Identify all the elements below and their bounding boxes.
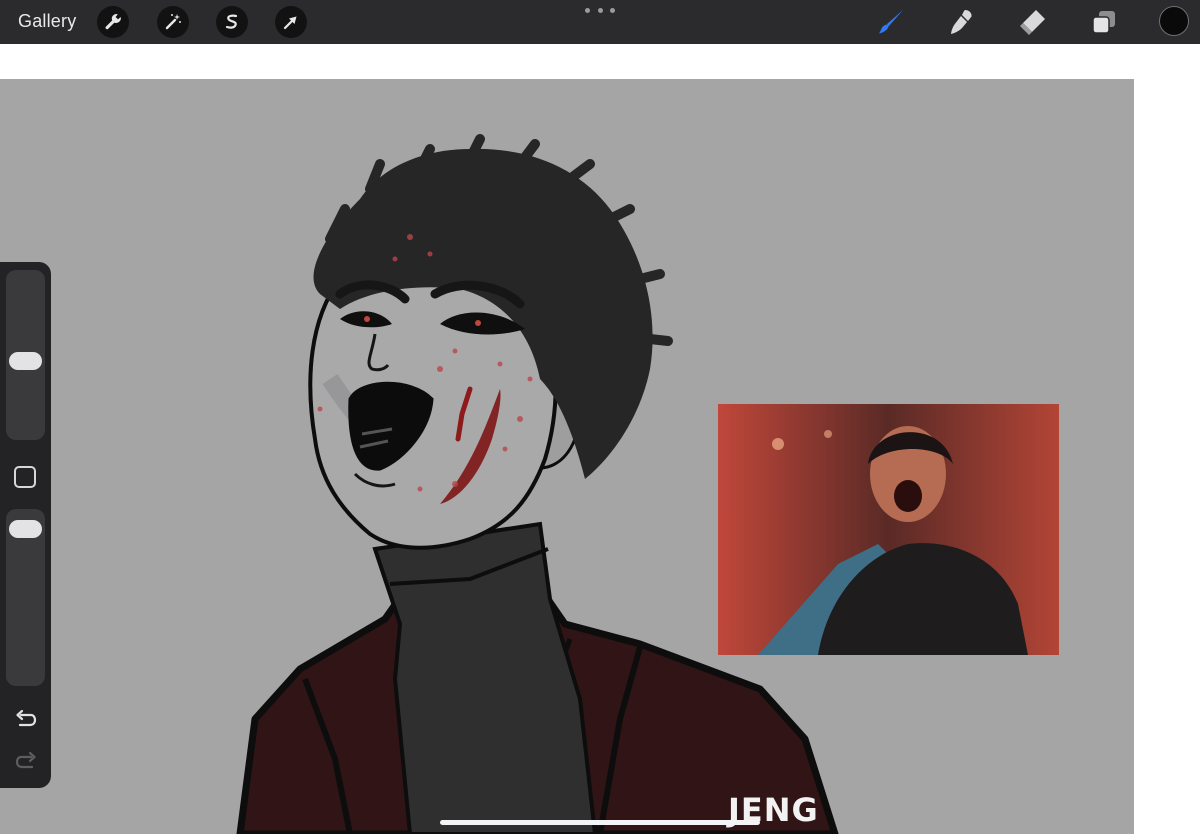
- wrench-icon: [105, 13, 121, 30]
- dot: [585, 8, 590, 13]
- transform-button[interactable]: [275, 6, 307, 38]
- layers-icon: [1092, 11, 1115, 34]
- adjustments-button[interactable]: [157, 6, 189, 38]
- reference-image-window[interactable]: [718, 404, 1059, 655]
- paint-tool-button[interactable]: [875, 6, 907, 38]
- workspace: JENG: [0, 44, 1200, 834]
- selection-s-icon: [225, 14, 238, 29]
- top-toolbar: Gallery: [0, 0, 1200, 44]
- smudge-tool-button[interactable]: [945, 6, 977, 38]
- undo-icon: [16, 709, 37, 727]
- reference-photo: [718, 404, 1059, 655]
- gallery-button[interactable]: Gallery: [18, 11, 76, 32]
- undo-button[interactable]: [13, 708, 39, 730]
- brush-sidebar: [0, 262, 51, 788]
- modify-button[interactable]: [14, 466, 36, 488]
- smudge-icon: [951, 10, 972, 34]
- eraser-tool-button[interactable]: [1016, 6, 1048, 38]
- opacity-slider[interactable]: [6, 509, 45, 686]
- eraser-icon: [1020, 10, 1045, 35]
- brush-size-thumb[interactable]: [9, 351, 42, 370]
- redo-button[interactable]: [13, 750, 39, 772]
- actions-button[interactable]: [97, 6, 129, 38]
- dot: [597, 8, 603, 13]
- color-picker-button[interactable]: [1159, 6, 1189, 36]
- brush-size-slider[interactable]: [6, 270, 45, 440]
- magic-wand-icon: [165, 14, 181, 30]
- transform-arrow-icon: [283, 16, 297, 30]
- more-options-handle[interactable]: [585, 8, 615, 18]
- redo-icon: [15, 751, 36, 769]
- layers-button[interactable]: [1088, 6, 1120, 38]
- selection-button[interactable]: [216, 6, 248, 38]
- brush-icon: [879, 10, 903, 34]
- opacity-thumb[interactable]: [9, 519, 42, 538]
- dot: [610, 8, 615, 13]
- home-indicator[interactable]: [440, 820, 760, 825]
